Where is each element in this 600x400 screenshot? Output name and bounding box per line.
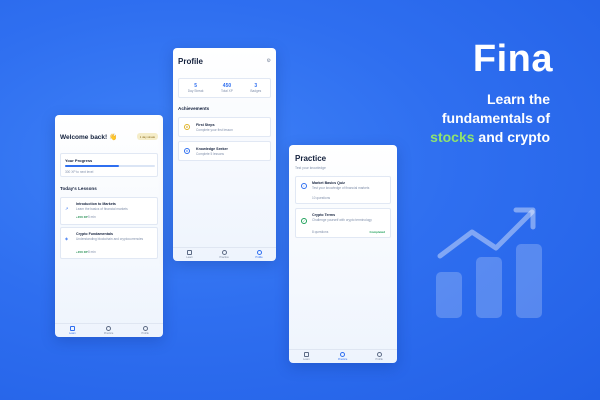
trophy-icon: ♛ bbox=[184, 124, 190, 130]
profile-screen: Profile ⚙ 5 Day Streak 450 Total XP 3 Ba… bbox=[173, 48, 276, 261]
achievement-card[interactable]: ★ Knowledge Seeker Complete 5 lessons bbox=[178, 141, 271, 161]
quiz-title: Crypto Terms bbox=[312, 213, 336, 217]
lesson-card[interactable]: ◈ Crypto Fundamentals Understanding bloc… bbox=[60, 227, 158, 259]
tagline-line2: fundamentals of bbox=[441, 110, 550, 126]
stat-label: Badges bbox=[250, 89, 262, 93]
home-screen: Welcome back! 👋 1 day streak Your Progre… bbox=[55, 115, 163, 337]
progress-fill bbox=[65, 165, 119, 167]
lesson-title: Introduction to Markets bbox=[76, 202, 116, 206]
trend-icon: ↗ bbox=[65, 206, 69, 211]
quiz-card[interactable]: i Market Basics Quiz Test your knowledge… bbox=[295, 176, 391, 204]
stat-label: Day Streak bbox=[187, 89, 204, 93]
welcome-title: Welcome back! 👋 bbox=[60, 134, 118, 141]
achievement-desc: Complete 5 lessons bbox=[196, 152, 224, 156]
check-icon: ✓ bbox=[301, 218, 307, 224]
achievements-title: Achievements bbox=[178, 106, 210, 111]
lesson-card[interactable]: ↗ Introduction to Markets Learn the basi… bbox=[60, 197, 158, 225]
practice-icon bbox=[221, 250, 227, 255]
practice-icon bbox=[106, 326, 112, 331]
lesson-desc: Understanding blockchain and cryptocurre… bbox=[76, 237, 144, 241]
stats-card: 5 Day Streak 450 Total XP 3 Badges bbox=[178, 78, 271, 98]
lessons-title: Today's Lessons bbox=[60, 186, 97, 191]
tagline-line1: Learn the bbox=[486, 91, 550, 107]
nav-practice[interactable]: Practice bbox=[104, 326, 113, 335]
nav-profile[interactable]: Profile bbox=[142, 326, 149, 335]
streak-badge: 1 day streak bbox=[136, 133, 158, 140]
star-icon: ★ bbox=[184, 148, 190, 154]
stat-streak: 5 Day Streak bbox=[188, 83, 204, 93]
nav-label: Profile bbox=[375, 358, 383, 361]
nav-learn[interactable]: Learn bbox=[303, 352, 310, 361]
bottom-nav: Learn Practice Profile bbox=[289, 349, 397, 363]
nav-label: Profile bbox=[141, 332, 149, 335]
nav-label: Profile bbox=[255, 256, 263, 259]
quiz-card[interactable]: ✓ Crypto Terms Challenge yourself with c… bbox=[295, 208, 391, 238]
quiz-meta: 8 questions bbox=[312, 230, 329, 234]
practice-subtitle: Test your knowledge bbox=[295, 166, 326, 170]
nav-learn[interactable]: Learn bbox=[186, 250, 193, 259]
tagline-line3: stocks and crypto bbox=[430, 128, 550, 147]
practice-screen: Practice Test your knowledge i Market Ba… bbox=[289, 145, 397, 363]
nav-label: Practice bbox=[103, 332, 114, 335]
lesson-desc: Learn the basics of financial markets bbox=[76, 207, 128, 211]
deco-bar bbox=[476, 257, 502, 318]
profile-icon bbox=[256, 250, 262, 255]
gear-icon[interactable]: ⚙ bbox=[267, 58, 271, 64]
nav-profile[interactable]: Profile bbox=[255, 250, 263, 259]
learn-icon bbox=[69, 326, 75, 331]
nav-label: Learn bbox=[69, 332, 76, 335]
tagline-crypto: crypto bbox=[507, 129, 550, 145]
nav-profile[interactable]: Profile bbox=[376, 352, 383, 361]
coin-icon: ◈ bbox=[65, 236, 69, 241]
profile-icon bbox=[142, 326, 148, 331]
learn-icon bbox=[303, 352, 309, 357]
practice-title: Practice bbox=[295, 154, 327, 163]
stat-label: Total XP bbox=[221, 89, 233, 93]
nav-label: Practice bbox=[219, 256, 229, 259]
progress-title: Your Progress bbox=[65, 158, 93, 163]
growth-chart-icon bbox=[436, 207, 542, 318]
achievement-card[interactable]: ♛ First Steps Complete your first lesson bbox=[178, 117, 271, 137]
practice-icon bbox=[340, 352, 346, 357]
nav-practice[interactable]: Practice bbox=[219, 250, 229, 259]
lesson-meta: 8 min bbox=[88, 250, 96, 254]
deco-bar bbox=[516, 244, 542, 318]
achievement-title: Knowledge Seeker bbox=[196, 147, 228, 151]
bottom-nav: Learn Practice Profile bbox=[173, 247, 276, 261]
quiz-desc: Challenge yourself with crypto terminolo… bbox=[312, 218, 372, 222]
progress-caption: 300 XP to next level bbox=[65, 170, 94, 174]
tagline: Learn the fundamentals of stocks and cry… bbox=[430, 90, 550, 147]
progress-track bbox=[65, 165, 155, 167]
brand-name: Fina bbox=[472, 38, 553, 80]
nav-practice[interactable]: Practice bbox=[338, 352, 347, 361]
nav-learn[interactable]: Learn bbox=[69, 326, 76, 335]
lesson-title: Crypto Fundamentals bbox=[76, 232, 113, 236]
stat-xp: 450 Total XP bbox=[221, 83, 233, 93]
nav-label: Practice bbox=[337, 358, 348, 361]
quiz-desc: Test your knowledge of financial markets bbox=[312, 186, 370, 190]
nav-label: Learn bbox=[303, 358, 310, 361]
quiz-status: Completed bbox=[369, 230, 385, 234]
lesson-xp: +150 XP bbox=[76, 250, 88, 254]
achievement-title: First Steps bbox=[196, 123, 215, 127]
nav-label: Learn bbox=[186, 256, 193, 259]
lesson-meta: 5 min bbox=[88, 215, 96, 219]
quiz-icon: i bbox=[301, 183, 307, 189]
tagline-and: and bbox=[478, 129, 504, 145]
quiz-meta: 10 questions bbox=[312, 196, 331, 200]
profile-title: Profile bbox=[178, 57, 203, 66]
profile-icon bbox=[376, 352, 382, 357]
progress-card[interactable]: Your Progress 300 XP to next level bbox=[60, 153, 158, 177]
deco-bar bbox=[436, 272, 462, 318]
achievement-desc: Complete your first lesson bbox=[196, 128, 233, 132]
bottom-nav: Learn Practice Profile bbox=[55, 323, 163, 337]
stat-badges: 3 Badges bbox=[250, 83, 261, 93]
learn-icon bbox=[187, 250, 193, 255]
lesson-xp: +150 XP bbox=[76, 215, 88, 219]
tagline-stocks: stocks bbox=[430, 129, 475, 145]
quiz-title: Market Basics Quiz bbox=[312, 181, 345, 185]
